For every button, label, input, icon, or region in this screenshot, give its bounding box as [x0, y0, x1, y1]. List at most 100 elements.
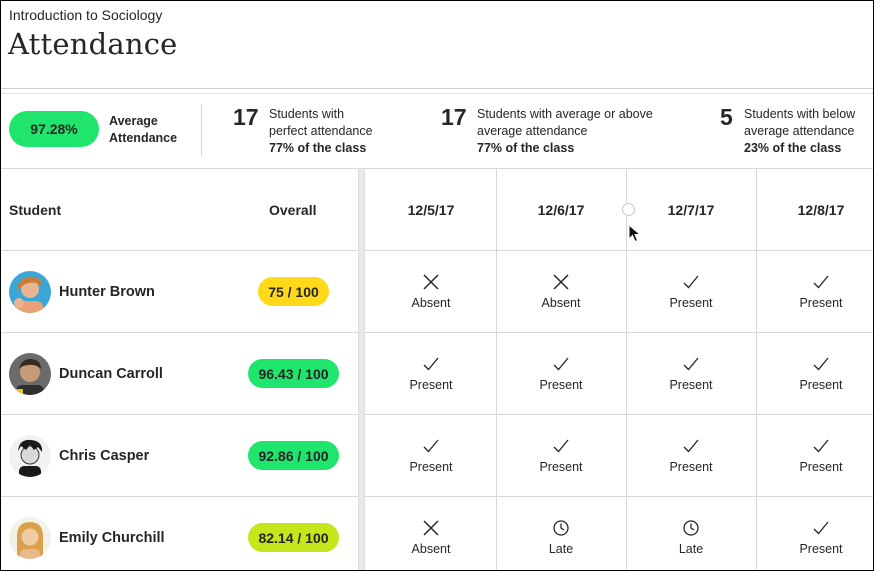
check-icon	[813, 275, 829, 289]
page-title: Attendance	[8, 27, 178, 61]
attendance-cell[interactable]: Present	[626, 251, 756, 333]
student-name[interactable]: Chris Casper	[59, 448, 149, 464]
attendance-cell[interactable]: Present	[626, 333, 756, 415]
attendance-status: Present	[409, 460, 453, 474]
stat-percent: 23% of the class	[744, 141, 842, 155]
avatar	[9, 517, 51, 559]
stat-line: Students with below	[744, 107, 856, 121]
table-row[interactable]: Duncan Carroll 96.43 / 100 Present Prese…	[1, 333, 873, 415]
attendance-summary: 97.28% Average Attendance 17 Students wi…	[1, 93, 873, 169]
table-row[interactable]: Chris Casper 92.86 / 100 Present Present…	[1, 415, 873, 497]
attendance-status: Present	[539, 378, 583, 392]
column-header-date[interactable]: 12/5/17	[366, 202, 496, 218]
attendance-cell[interactable]: Present	[756, 251, 873, 333]
column-resize-handle[interactable]	[622, 203, 635, 216]
stat-text: Students with below average attendance 2…	[744, 106, 855, 157]
attendance-status: Present	[409, 378, 453, 392]
mouse-cursor-icon	[628, 224, 642, 243]
check-icon	[813, 357, 829, 371]
attendance-status: Absent	[411, 542, 451, 556]
attendance-cell[interactable]: Absent	[366, 251, 496, 333]
stat-count: 17	[441, 104, 467, 130]
stat-count: 5	[720, 104, 733, 130]
attendance-status: Absent	[541, 296, 581, 310]
stat-text: Students with perfect attendance 77% of …	[269, 106, 373, 157]
attendance-status: Present	[799, 460, 843, 474]
attendance-cell[interactable]: Present	[366, 333, 496, 415]
summary-divider	[201, 104, 202, 156]
attendance-status: Late	[548, 542, 574, 556]
avatar	[9, 271, 51, 313]
stat-line: average attendance	[744, 124, 855, 138]
check-icon	[423, 439, 439, 453]
attendance-status: Present	[669, 460, 713, 474]
close-icon	[423, 274, 439, 290]
overall-grade-badge: 92.86 / 100	[248, 441, 339, 470]
clock-icon	[553, 520, 569, 536]
stat-percent: 77% of the class	[477, 141, 575, 155]
stat-line: average attendance	[477, 124, 588, 138]
stat-line: Students with	[269, 107, 345, 121]
stat-percent: 77% of the class	[269, 141, 367, 155]
frozen-column-divider	[358, 169, 365, 570]
attendance-cell[interactable]: Absent	[496, 251, 626, 333]
column-header-date[interactable]: 12/8/17	[756, 202, 873, 218]
attendance-cell[interactable]: Present	[496, 415, 626, 497]
attendance-status: Present	[799, 542, 843, 556]
check-icon	[813, 521, 829, 535]
check-icon	[683, 357, 699, 371]
column-divider	[756, 169, 757, 570]
column-header-overall[interactable]: Overall	[269, 202, 316, 218]
attendance-status: Present	[669, 296, 713, 310]
stat-line: perfect attendance	[269, 124, 373, 138]
attendance-status: Present	[799, 378, 843, 392]
attendance-cell[interactable]: Late	[496, 497, 626, 570]
table-row[interactable]: Emily Churchill 82.14 / 100 Absent Late …	[1, 497, 873, 570]
overall-grade-badge: 75 / 100	[258, 277, 329, 306]
stat-text: Students with average or above average a…	[477, 106, 653, 157]
column-header-student[interactable]: Student	[9, 202, 61, 218]
attendance-status: Present	[669, 378, 713, 392]
overall-grade-badge: 82.14 / 100	[248, 523, 339, 552]
attendance-status: Absent	[411, 296, 451, 310]
attendance-cell[interactable]: Present	[626, 415, 756, 497]
avatar	[9, 435, 51, 477]
attendance-cell[interactable]: Absent	[366, 497, 496, 570]
column-header-date[interactable]: 12/6/17	[496, 202, 626, 218]
stat-count: 17	[233, 104, 259, 130]
table-header-row: Student Overall 12/5/17 12/6/17 12/7/17 …	[1, 169, 873, 251]
check-icon	[813, 439, 829, 453]
column-header-date[interactable]: 12/7/17	[626, 202, 756, 218]
attendance-status: Present	[799, 296, 843, 310]
avatar	[9, 353, 51, 395]
table-row[interactable]: Hunter Brown 75 / 100 Absent Absent Pres…	[1, 251, 873, 333]
close-icon	[553, 274, 569, 290]
attendance-cell[interactable]: Late	[626, 497, 756, 570]
column-divider	[626, 169, 627, 570]
average-attendance-badge: 97.28%	[9, 111, 99, 147]
student-name[interactable]: Emily Churchill	[59, 530, 165, 546]
page-header: Introduction to Sociology Attendance	[1, 1, 873, 89]
attendance-table: Student Overall 12/5/17 12/6/17 12/7/17 …	[1, 169, 873, 570]
attendance-cell[interactable]: Present	[496, 333, 626, 415]
student-name[interactable]: Duncan Carroll	[59, 366, 163, 382]
clock-icon	[683, 520, 699, 536]
student-name[interactable]: Hunter Brown	[59, 284, 155, 300]
column-divider	[496, 169, 497, 570]
attendance-status: Present	[539, 460, 583, 474]
close-icon	[423, 520, 439, 536]
check-icon	[683, 439, 699, 453]
attendance-cell[interactable]: Present	[756, 497, 873, 570]
attendance-window: Introduction to Sociology Attendance 97.…	[0, 0, 874, 571]
check-icon	[553, 357, 569, 371]
attendance-status: Late	[678, 542, 704, 556]
check-icon	[423, 357, 439, 371]
average-attendance-label: Average Attendance	[109, 114, 178, 145]
attendance-cell[interactable]: Present	[366, 415, 496, 497]
attendance-cell[interactable]: Present	[756, 333, 873, 415]
attendance-cell[interactable]: Present	[756, 415, 873, 497]
overall-grade-badge: 96.43 / 100	[248, 359, 339, 388]
check-icon	[683, 275, 699, 289]
check-icon	[553, 439, 569, 453]
course-title: Introduction to Sociology	[9, 7, 163, 23]
